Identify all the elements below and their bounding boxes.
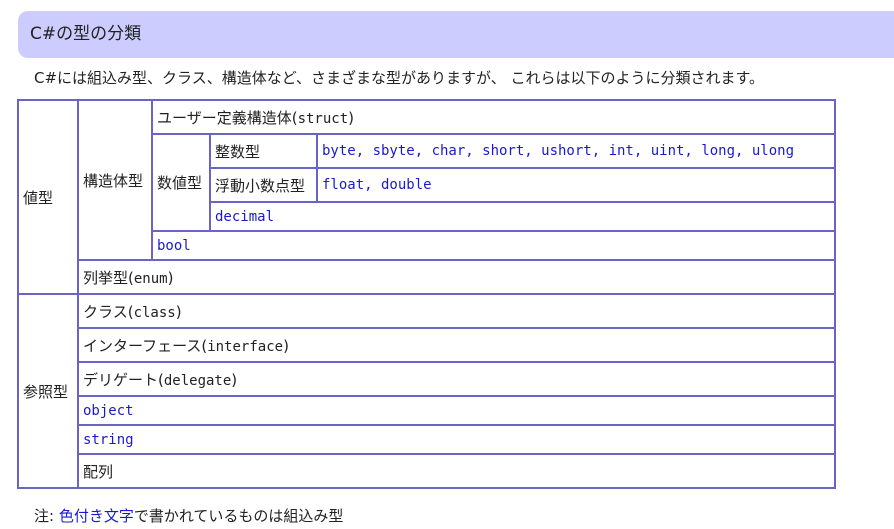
- delegate-type-label: デリゲート(: [83, 370, 164, 389]
- table-row: object: [18, 395, 836, 426]
- table-row: 値型 構造体型 ユーザー定義構造体(struct): [17, 99, 836, 295]
- enum-type-close: ): [167, 268, 174, 287]
- struct-type-cell: 構造体型: [77, 99, 153, 261]
- user-struct-close: ): [348, 108, 354, 127]
- footnote: 注: 色付き文字で書かれているものは組込み型: [34, 505, 343, 527]
- footnote-suffix: で書かれているものは組込み型: [133, 507, 344, 525]
- integer-list-cell: byte, sbyte, char, short, ushort, int, u…: [316, 133, 836, 169]
- table-row: 参照型 クラス(class): [17, 293, 836, 489]
- intro-text: C#には組込み型、クラス、構造体など、さまざまな型がありますが、 これらは以下の…: [34, 69, 764, 87]
- user-struct-cell: ユーザー定義構造体(struct): [151, 99, 836, 135]
- table-row: インターフェース(interface): [18, 327, 836, 363]
- delegate-type-keyword: delegate: [163, 372, 232, 389]
- table-row: デリゲート(delegate): [18, 361, 836, 397]
- interface-type-close: ): [283, 336, 289, 355]
- interface-type-cell: インターフェース(interface): [77, 327, 836, 363]
- enum-type-cell: 列挙型(enum): [77, 259, 836, 295]
- class-type-close: ): [175, 302, 182, 321]
- footnote-highlight: 色付き文字: [58, 507, 134, 525]
- numeric-type-cell: 数値型: [151, 133, 211, 232]
- class-type-keyword: class: [133, 304, 176, 321]
- delegate-type-cell: デリゲート(delegate): [77, 361, 836, 397]
- float-type-cell: 浮動小数点型: [209, 167, 318, 203]
- table-row: 配列: [18, 453, 836, 489]
- class-type-cell: クラス(class): [77, 293, 836, 329]
- enum-type-keyword: enum: [133, 270, 168, 287]
- delegate-type-close: ): [231, 370, 238, 389]
- string-cell: string: [77, 424, 836, 455]
- user-struct-label: ユーザー定義構造体(: [157, 108, 298, 127]
- enum-type-label: 列挙型(: [83, 268, 134, 287]
- section-title-text: C#の型の分類: [30, 24, 142, 44]
- class-type-label: クラス(: [83, 302, 134, 321]
- integer-type-cell: 整数型: [209, 133, 318, 169]
- float-list-cell: float, double: [316, 167, 836, 203]
- decimal-cell: decimal: [209, 201, 836, 232]
- type-classification-table: 値型 構造体型 ユーザー定義構造体(struct) 数値型 整数型 byte, …: [17, 99, 836, 489]
- table-row: 列挙型(enum): [18, 259, 836, 295]
- array-cell: 配列: [77, 453, 836, 489]
- table-row: string: [18, 424, 836, 455]
- value-type-cell: 値型: [17, 99, 79, 295]
- footnote-prefix: 注:: [34, 507, 59, 525]
- reference-type-cell: 参照型: [17, 293, 79, 489]
- section-title: C#の型の分類: [18, 11, 894, 58]
- bool-cell: bool: [151, 230, 836, 261]
- object-cell: object: [77, 395, 836, 426]
- user-struct-keyword: struct: [297, 110, 349, 127]
- interface-type-label: インターフェース(: [83, 336, 208, 355]
- interface-type-keyword: interface: [207, 338, 284, 355]
